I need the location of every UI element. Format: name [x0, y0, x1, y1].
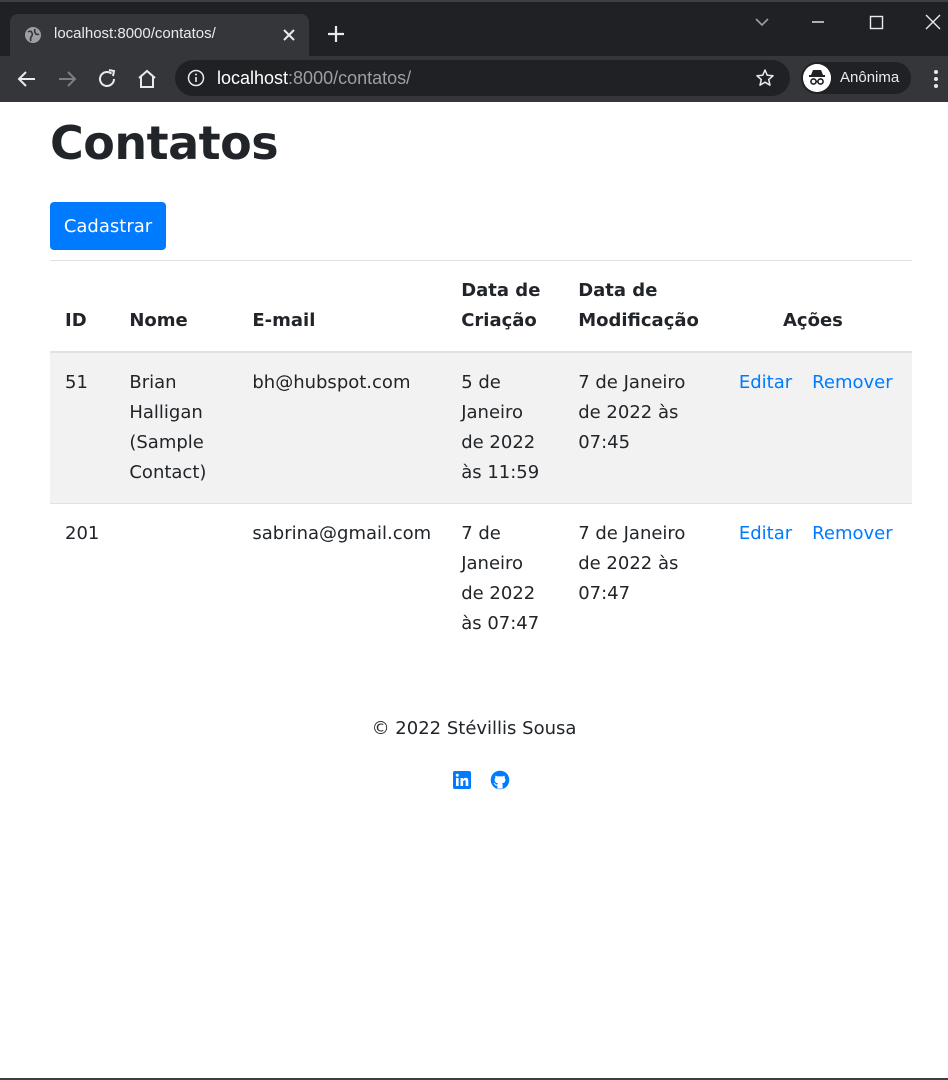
- header-email: E-mail: [237, 261, 447, 353]
- linkedin-icon[interactable]: [452, 770, 472, 790]
- browser-chrome: localhost:8000/contatos/ localhost:8000/…: [0, 0, 948, 102]
- cell-name: [114, 503, 238, 654]
- url-path: :8000/contatos/: [288, 68, 412, 88]
- cell-email: sabrina@gmail.com: [237, 503, 447, 654]
- page-content: Contatos Cadastrar ID Nome E-mail Data d…: [0, 102, 948, 1078]
- maximize-icon[interactable]: [864, 10, 888, 34]
- profile-label: Anônima: [840, 69, 900, 86]
- home-icon[interactable]: [135, 67, 159, 91]
- bookmark-star-icon[interactable]: [755, 68, 775, 88]
- tab-title: localhost:8000/contatos/: [54, 25, 216, 42]
- cell-name: Brian Halligan (Sample Contact): [114, 352, 238, 504]
- table-row: 51 Brian Halligan (Sample Contact) bh@hu…: [50, 352, 912, 504]
- reload-icon[interactable]: [95, 67, 119, 91]
- contacts-table: ID Nome E-mail Data de Criação Data de M…: [50, 261, 912, 654]
- cell-id: 51: [50, 352, 115, 504]
- url-host: localhost: [217, 68, 289, 88]
- remove-link[interactable]: Remover: [812, 523, 892, 544]
- close-tab-icon[interactable]: [280, 26, 298, 44]
- github-icon[interactable]: [490, 770, 510, 790]
- edit-link[interactable]: Editar: [739, 372, 792, 393]
- cell-created: 5 de Janeiro de 2022 às 11:59: [446, 352, 564, 504]
- table-row: 201 sabrina@gmail.com 7 de Janeiro de 20…: [50, 503, 912, 654]
- cell-modified: 7 de Janeiro de 2022 às 07:47: [563, 503, 714, 654]
- globe-icon: [25, 27, 41, 43]
- cell-modified: 7 de Janeiro de 2022 às 07:45: [563, 352, 714, 504]
- header-name: Nome: [114, 261, 238, 353]
- header-modified: Data de Modificação: [563, 261, 714, 353]
- incognito-icon: [803, 64, 831, 92]
- cell-created: 7 de Janeiro de 2022 às 07:47: [446, 503, 564, 654]
- new-tab-icon[interactable]: [326, 24, 346, 44]
- window-border: [0, 0, 948, 2]
- site-info-icon[interactable]: [187, 69, 205, 87]
- footer-copyright: © 2022 Stévillis Sousa: [371, 718, 577, 739]
- header-created: Data de Criação: [446, 261, 564, 353]
- menu-kebab-icon[interactable]: [926, 68, 946, 90]
- browser-toolbar: localhost:8000/contatos/ Anônima: [0, 56, 948, 102]
- minimize-icon[interactable]: [806, 10, 830, 34]
- incognito-profile-button[interactable]: Anônima: [801, 62, 911, 94]
- header-id: ID: [50, 261, 115, 353]
- cell-email: bh@hubspot.com: [237, 352, 447, 504]
- address-bar[interactable]: localhost:8000/contatos/: [175, 60, 790, 96]
- remove-link[interactable]: Remover: [812, 372, 892, 393]
- table-header-row: ID Nome E-mail Data de Criação Data de M…: [50, 261, 912, 353]
- header-actions: Ações: [713, 261, 912, 353]
- tab-search-icon[interactable]: [750, 10, 774, 34]
- browser-tab[interactable]: localhost:8000/contatos/: [10, 14, 309, 56]
- cell-id: 201: [50, 503, 115, 654]
- close-window-icon[interactable]: [921, 10, 945, 34]
- edit-link[interactable]: Editar: [739, 523, 792, 544]
- cell-actions: Editar Remover: [713, 503, 912, 654]
- url-text: localhost:8000/contatos/: [217, 68, 411, 89]
- cell-actions: Editar Remover: [713, 352, 912, 504]
- page-title: Contatos: [50, 116, 279, 170]
- cadastrar-button[interactable]: Cadastrar: [50, 202, 166, 250]
- back-icon[interactable]: [15, 67, 39, 91]
- forward-icon[interactable]: [55, 67, 79, 91]
